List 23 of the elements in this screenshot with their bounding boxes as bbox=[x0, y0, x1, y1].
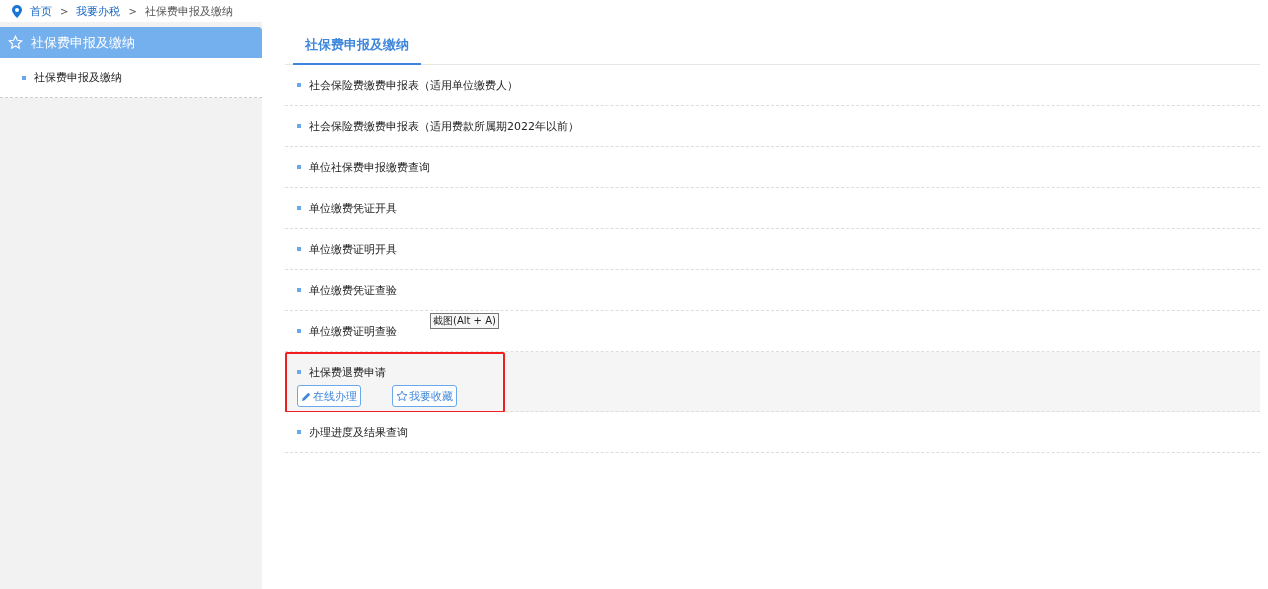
service-link[interactable]: 社会保险费缴费申报表（适用费款所属期2022年以前） bbox=[309, 118, 579, 134]
service-link[interactable]: 单位缴费凭证开具 bbox=[309, 200, 397, 216]
breadcrumb-link[interactable]: 我要办税 bbox=[76, 3, 121, 19]
online-process-button[interactable]: 在线办理 bbox=[297, 385, 361, 407]
breadcrumb-link[interactable]: 首页 bbox=[30, 3, 52, 19]
service-link[interactable]: 社会保险费缴费申报表（适用单位缴费人） bbox=[309, 77, 518, 93]
breadcrumb-current: 社保费申报及缴纳 bbox=[144, 3, 233, 19]
sidebar-title: 社保费申报及缴纳 bbox=[31, 33, 135, 52]
breadcrumb-separator: > bbox=[60, 5, 69, 17]
sidebar-item[interactable]: 社保费申报及缴纳 bbox=[0, 58, 262, 98]
star-icon bbox=[396, 390, 408, 402]
tooltip: 截图(Alt + A) bbox=[430, 313, 499, 329]
pencil-icon bbox=[301, 390, 312, 402]
location-pin-icon bbox=[12, 4, 22, 18]
favorite-button[interactable]: 我要收藏 bbox=[392, 385, 457, 407]
service-link[interactable]: 单位缴费凭证查验 bbox=[309, 282, 397, 298]
service-link[interactable]: 社保费退费申请 bbox=[309, 364, 386, 380]
service-link[interactable]: 单位缴费证明开具 bbox=[309, 241, 397, 257]
breadcrumb-separator: > bbox=[128, 5, 137, 17]
service-link[interactable]: 办理进度及结果查询 bbox=[309, 424, 408, 440]
service-link[interactable]: 单位缴费证明查验 bbox=[309, 323, 397, 339]
service-link[interactable]: 单位社保费申报缴费查询 bbox=[309, 159, 430, 175]
star-icon bbox=[8, 35, 23, 50]
